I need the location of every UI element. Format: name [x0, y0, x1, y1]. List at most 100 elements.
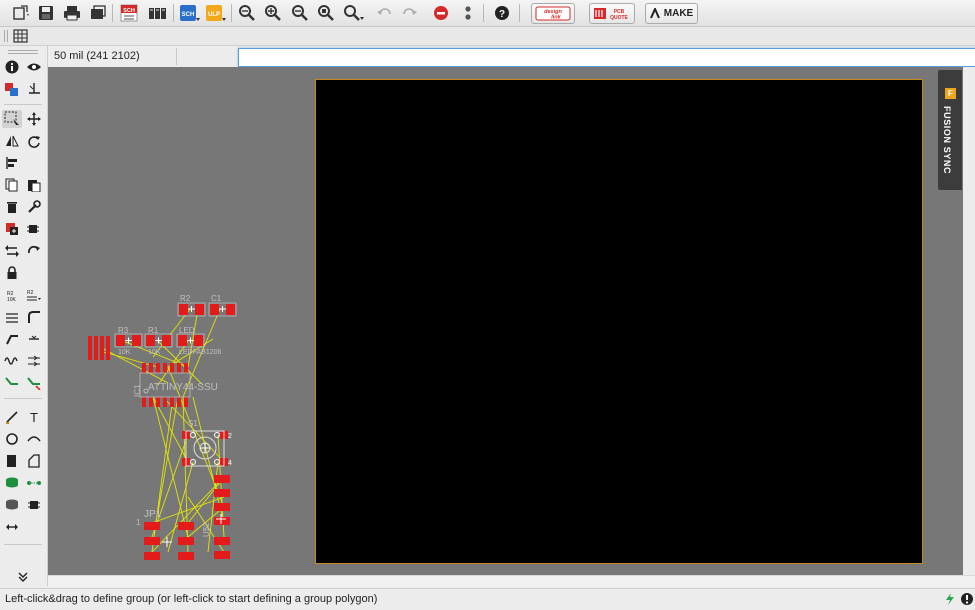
miter-icon[interactable] [24, 308, 44, 326]
value-icon[interactable]: R2 [24, 286, 44, 304]
copy-icon[interactable] [2, 176, 22, 194]
make-logo-icon [649, 8, 660, 19]
rectangle-icon[interactable] [2, 452, 22, 470]
part-r3[interactable]: R3 10K [114, 326, 143, 356]
open-icon[interactable] [10, 3, 32, 23]
svg-text:T: T [30, 410, 38, 424]
library-icon[interactable] [147, 3, 169, 23]
name-icon[interactable] [2, 308, 22, 326]
led-value: LEDFAB1206 [179, 349, 222, 356]
change-icon[interactable] [24, 198, 44, 216]
ripup-icon[interactable] [24, 374, 44, 392]
help-icon[interactable]: ? [491, 3, 513, 23]
part-r1[interactable]: R1 10K [144, 326, 173, 356]
align-icon[interactable] [2, 154, 22, 172]
undo-icon[interactable] [373, 3, 395, 23]
stop-circle-icon[interactable] [960, 592, 974, 609]
zoom-select-icon[interactable] [315, 3, 337, 23]
pcb-quote-button[interactable]: PCB QUOTE [589, 3, 635, 24]
via-icon[interactable] [2, 474, 22, 492]
vertical-scrollbar[interactable] [963, 67, 975, 575]
layer-settings-icon[interactable] [2, 80, 22, 98]
lock-rotate-icon[interactable] [24, 242, 44, 260]
mirror-icon[interactable] [2, 132, 22, 150]
group-tool-icon[interactable] [2, 110, 22, 128]
part-led1[interactable]: LED LEDFAB1206 [176, 326, 222, 356]
make-button[interactable]: MAKE [645, 3, 698, 24]
save-icon[interactable] [35, 3, 57, 23]
part-header-left[interactable] [88, 336, 110, 360]
s1-label: S1 [188, 419, 198, 428]
zoom-out-icon[interactable] [289, 3, 311, 23]
delete-icon[interactable] [2, 198, 22, 216]
coordinate-readout: 50 mil (241 2102) [54, 50, 140, 62]
lightning-icon[interactable] [944, 592, 956, 609]
part-ic1[interactable]: ATTINY44-SSU IC1 [133, 363, 218, 407]
lock-icon[interactable] [2, 264, 22, 282]
script-icon[interactable]: SCH [179, 3, 201, 23]
expand-toolbar-icon[interactable] [13, 568, 33, 586]
zoom-in-icon[interactable] [262, 3, 284, 23]
status-bar: Left-click&drag to define group (or left… [0, 588, 975, 610]
fusion-sync-label: FUSION SYNC [942, 106, 952, 175]
go-icon[interactable] [457, 3, 479, 23]
move-icon[interactable] [24, 110, 44, 128]
paste-icon[interactable] [24, 176, 44, 194]
svg-text:ULP: ULP [208, 12, 220, 18]
part-c1[interactable]: C1 [208, 294, 237, 317]
hole-icon[interactable] [2, 496, 22, 514]
text-icon[interactable]: T [24, 408, 44, 426]
optimize-icon[interactable] [24, 330, 44, 348]
circle-icon[interactable] [2, 430, 22, 448]
fusion-sync-panel-tab[interactable]: F FUSION SYNC [938, 70, 962, 190]
part-jp1[interactable]: JP1 1 [136, 509, 194, 560]
cam-processor-icon[interactable] [87, 3, 109, 23]
signal-icon[interactable] [24, 474, 44, 492]
zoom-redraw-icon[interactable] [343, 3, 365, 23]
design-link-button[interactable]: design link [531, 3, 575, 24]
svg-text:R2: R2 [27, 290, 34, 296]
svg-text:?: ? [499, 9, 505, 20]
ic1-value: ATTINY44-SSU [148, 382, 218, 393]
svg-text:link: link [551, 15, 561, 21]
attribute-icon[interactable] [24, 496, 44, 514]
part-s1[interactable]: S1 2 4 [182, 419, 232, 467]
redo-icon[interactable] [399, 3, 421, 23]
print-icon[interactable] [61, 3, 83, 23]
svg-text:SCH: SCH [123, 8, 135, 14]
mark-icon[interactable] [24, 80, 44, 98]
replace-icon[interactable] [24, 220, 44, 238]
info-icon[interactable] [2, 58, 22, 76]
polygon-icon[interactable] [24, 452, 44, 470]
arc-icon[interactable] [24, 430, 44, 448]
route-differential-icon[interactable] [24, 352, 44, 370]
stop-icon[interactable] [430, 3, 452, 23]
jp1-pin1-label: 1 [136, 518, 141, 527]
show-icon[interactable] [24, 58, 44, 76]
horizontal-scrollbar[interactable] [48, 575, 975, 587]
r3-value: 10K [118, 349, 131, 356]
status-message: Left-click&drag to define group (or left… [5, 593, 378, 605]
ic1-label: IC1 [133, 384, 142, 397]
zoom-to-fit-icon[interactable] [236, 3, 258, 23]
route-icon[interactable] [2, 374, 22, 392]
dimension-icon[interactable] [2, 518, 22, 536]
board-canvas[interactable]: R2 C1 R3 10K R1 10K LED LEDFAB1206 ATTIN… [48, 67, 963, 575]
svg-text:10K: 10K [7, 297, 17, 302]
add-icon[interactable] [2, 220, 22, 238]
swap-icon[interactable] [2, 242, 22, 260]
command-toolbar: R2 10K R2 T [0, 46, 48, 586]
command-input[interactable] [238, 48, 975, 67]
rotate-icon[interactable] [24, 132, 44, 150]
command-line-bar: 50 mil (241 2102) [48, 46, 975, 67]
line-icon[interactable] [2, 408, 22, 426]
ulp-icon[interactable]: ULP [205, 3, 227, 23]
r1-value: 10K [148, 349, 161, 356]
meander-icon[interactable] [2, 352, 22, 370]
switch-to-schematic-icon[interactable]: SCH [118, 3, 140, 23]
smash-icon[interactable]: R2 10K [2, 286, 22, 304]
grid-icon[interactable] [12, 28, 30, 44]
part-r2[interactable]: R2 [177, 294, 206, 317]
u2-label: U$2 [202, 522, 211, 537]
split-icon[interactable] [2, 330, 22, 348]
